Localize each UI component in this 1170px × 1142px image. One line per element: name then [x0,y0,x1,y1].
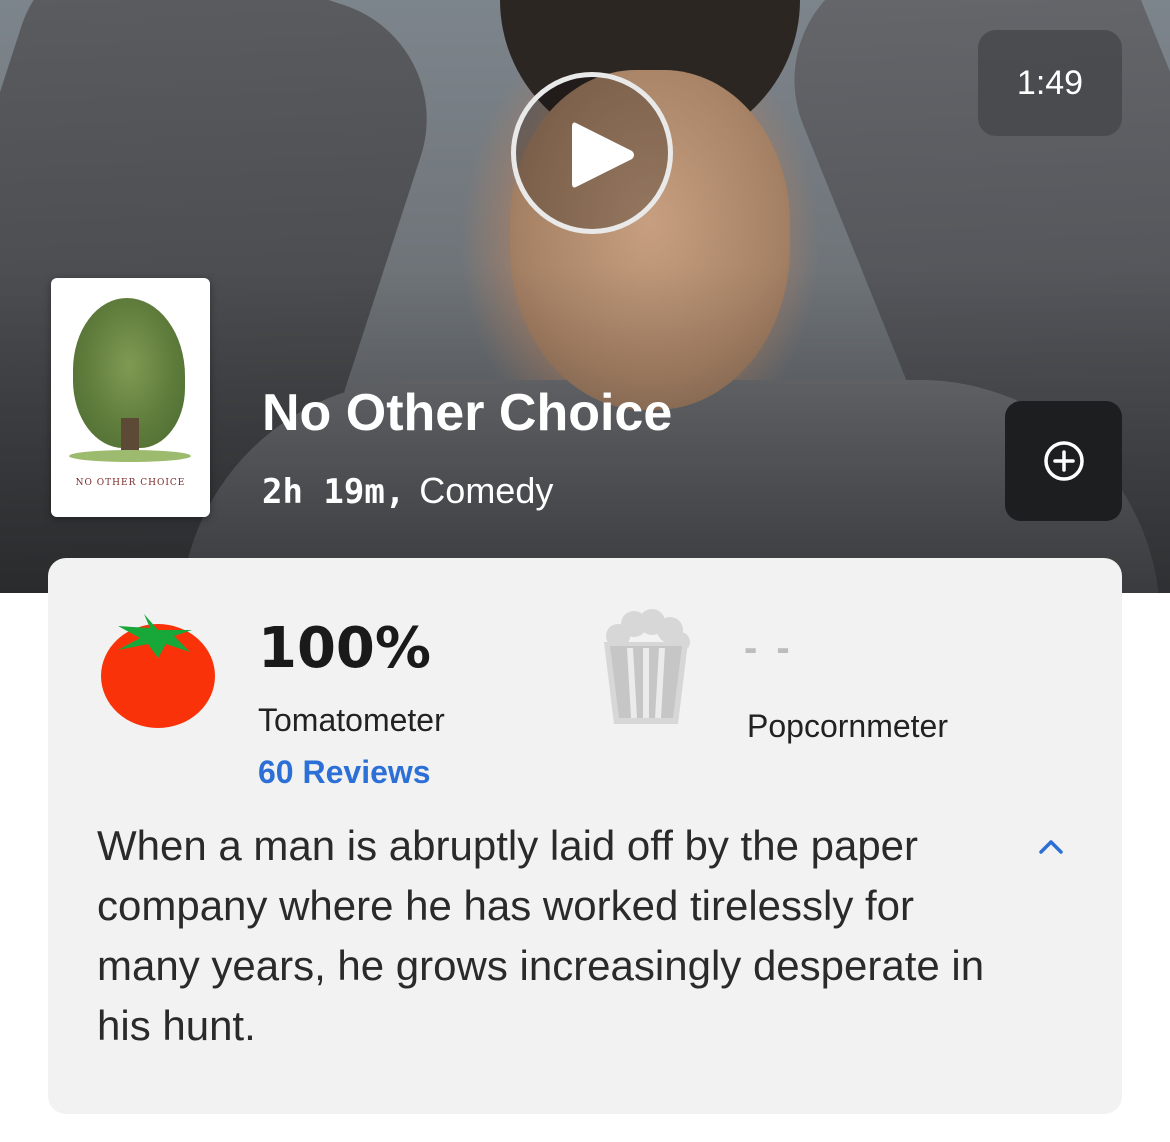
play-trailer-button[interactable] [511,72,673,234]
popcornmeter-label: Popcornmeter [747,708,948,744]
popcornmeter-score: - - [744,626,794,670]
popcorn-icon [604,609,690,724]
poster-art-ground [69,450,191,462]
tomatometer-score: 100% [258,616,432,681]
add-to-watchlist-button[interactable] [1005,401,1122,521]
trailer-hero[interactable]: 1:49 NO OTHER CHOICE No Other Choice 2h … [0,0,1170,593]
movie-synopsis: When a man is abruptly laid off by the p… [97,822,985,1049]
scores-card: 100% Tomatometer 60 Reviews - - Popcornm… [48,558,1122,1114]
reviews-count-link[interactable]: 60 Reviews [258,754,431,791]
movie-runtime: 2h 19m, [262,472,406,512]
poster-title: NO OTHER CHOICE [75,478,186,488]
plus-circle-icon [1044,441,1084,481]
tomato-icon [101,614,215,728]
tomatometer-label: Tomatometer [258,702,445,738]
video-duration-badge: 1:49 [978,30,1122,136]
movie-title: No Other Choice [262,384,673,442]
play-icon [572,122,634,188]
movie-meta: 2h 19m, Comedy [262,470,553,512]
collapse-synopsis-button[interactable] [1034,830,1068,864]
movie-genre: Comedy [419,470,554,511]
chevron-up-icon [1039,840,1063,854]
movie-poster[interactable]: NO OTHER CHOICE [51,278,210,517]
